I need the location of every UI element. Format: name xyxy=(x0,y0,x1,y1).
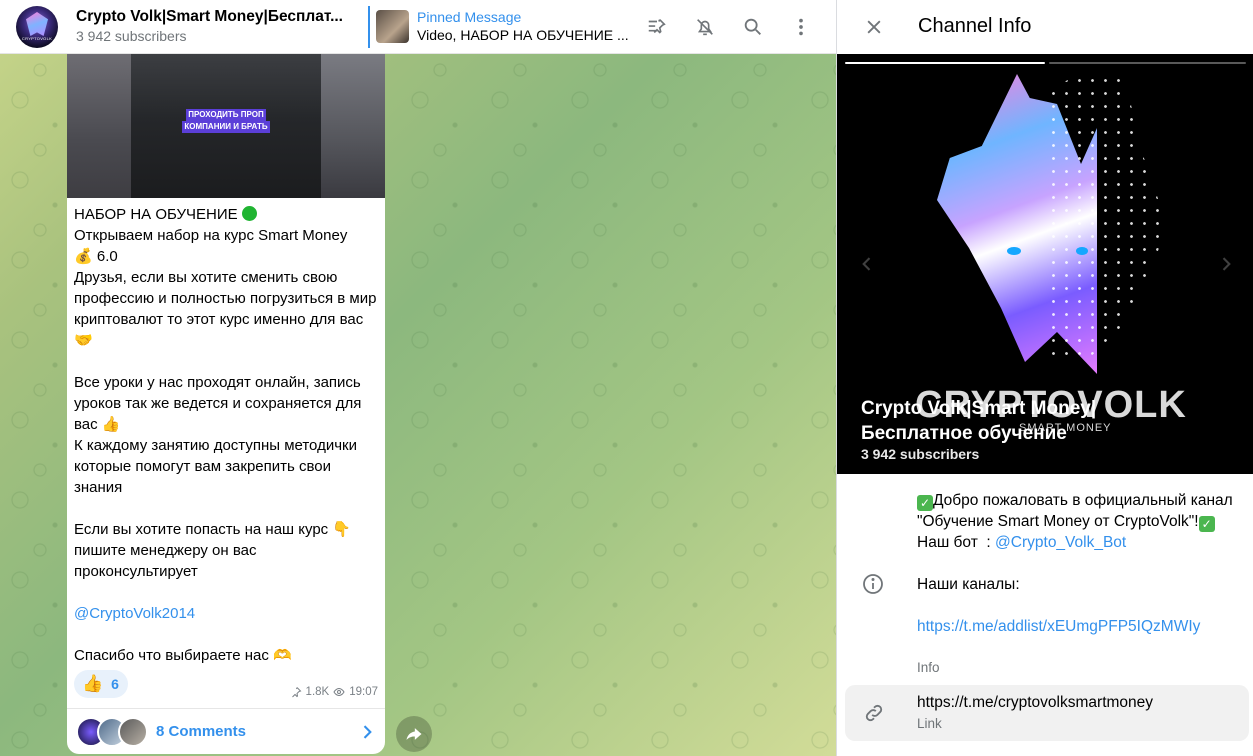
check-mark-emoji: ✓ xyxy=(917,495,933,511)
chevron-left-icon[interactable] xyxy=(857,254,877,274)
commenter-avatar xyxy=(118,716,148,747)
mute-button[interactable] xyxy=(689,11,721,43)
link-icon xyxy=(865,704,883,722)
green-circle-emoji xyxy=(241,206,257,221)
pinned-list-button[interactable] xyxy=(641,11,673,43)
video-blur-left xyxy=(67,54,131,198)
about-channels: Наши каналы: xyxy=(917,576,1020,593)
handshake-emoji: 🤝 xyxy=(74,331,93,349)
channel-name: Crypto Volk|Smart Money| Бесплатное обуч… xyxy=(861,396,1161,446)
post-body-6: Если вы хотите попасть на наш курс xyxy=(74,521,329,538)
post-body-7: пишите менеджеру он вас проконсультирует xyxy=(74,542,261,580)
comments-label: 8 Comments xyxy=(156,723,247,740)
comments-button[interactable]: 8 Comments xyxy=(67,708,385,754)
video-caption: ПРОХОДИТЬ ПРОП КОМПАНИИ И БРАТЬ xyxy=(179,109,273,133)
about-welcome: Добро пожаловать в официальный канал "Об… xyxy=(917,492,1237,530)
channel-post: ПРОХОДИТЬ ПРОП КОМПАНИИ И БРАТЬ НАБОР НА… xyxy=(67,54,385,754)
pinned-list-icon xyxy=(648,19,666,34)
check-mark-emoji: ✓ xyxy=(1198,516,1215,532)
video-caption-line1: ПРОХОДИТЬ ПРОП xyxy=(186,109,266,121)
channel-description[interactable]: ✓ Добро пожаловать в официальный канал "О… xyxy=(917,490,1237,637)
info-icon xyxy=(863,574,883,594)
pinned-message-bar[interactable]: Pinned Message Video, НАБОР НА ОБУЧЕНИЕ … xyxy=(368,6,629,48)
channel-avatar[interactable]: CRYPTOVOLK xyxy=(16,6,58,48)
post-body-1: Открываем набор на курс Smart Money xyxy=(74,227,348,244)
wolf-logo-icon xyxy=(26,12,48,36)
post-thanks: Спасибо что выбираете нас xyxy=(74,647,269,664)
search-icon xyxy=(744,18,761,35)
video-blur-right xyxy=(321,54,385,198)
photo-progress-inactive xyxy=(1049,62,1246,64)
mention-link[interactable]: @CryptoVolk2014 xyxy=(74,605,195,622)
post-heading: НАБОР НА ОБУЧЕНИЕ xyxy=(74,206,238,223)
addlist-link[interactable]: https://t.me/addlist/xEUmgPFP5IQzMWIy xyxy=(917,618,1200,635)
channel-link-value: https://t.me/cryptovolksmartmoney xyxy=(917,694,1154,711)
post-body-2: 6.0 xyxy=(96,248,118,265)
info-caption: Info xyxy=(917,660,940,675)
about-bot-prefix: Наш бот : xyxy=(917,534,996,551)
chevron-right-icon xyxy=(363,725,372,739)
chevron-right-icon[interactable] xyxy=(1216,254,1236,274)
post-body-3: Друзья, если вы хотите сменить свою проф… xyxy=(74,269,381,328)
pinned-message-text: Video, НАБОР НА ОБУЧЕНИЕ ... xyxy=(417,27,629,43)
views-count: 1.8K xyxy=(305,686,330,698)
eye-icon xyxy=(333,687,345,697)
heart-hands-emoji: 🫶 xyxy=(273,646,292,664)
search-button[interactable] xyxy=(737,11,769,43)
post-body-5: К каждому занятию доступны методички кот… xyxy=(74,437,362,496)
avatar-logo-text: CRYPTOVOLK xyxy=(21,36,53,41)
post-video[interactable]: ПРОХОДИТЬ ПРОП КОМПАНИИ И БРАТЬ xyxy=(67,54,385,198)
reaction-count: 6 xyxy=(111,676,119,692)
close-button[interactable] xyxy=(859,12,889,42)
thumbs-up-icon: 👍 xyxy=(82,674,104,694)
post-meta: 1.8K 19:07 xyxy=(290,686,378,698)
channel-link-row[interactable]: https://t.me/cryptovolksmartmoney Link xyxy=(845,685,1249,741)
photo-progress-active xyxy=(845,62,1045,64)
chat-area: CRYPTOVOLK Crypto Volk|Smart Money|Беспл… xyxy=(0,0,836,756)
chat-header: CRYPTOVOLK Crypto Volk|Smart Money|Беспл… xyxy=(0,0,836,54)
point-down-emoji: 👇 xyxy=(332,520,352,538)
channel-info-header: Channel Info xyxy=(837,0,1253,54)
wolf-eye-left xyxy=(1007,247,1021,255)
wolf-constellation-art xyxy=(1047,74,1167,364)
channel-name-line2: Бесплатное обучение xyxy=(861,423,1067,444)
channel-info-title: Channel Info xyxy=(918,15,1032,37)
bot-link[interactable]: @Crypto_Volk_Bot xyxy=(995,534,1126,551)
channel-cover-photo[interactable]: CRYPTOVOLK SMART MONEY Crypto Volk|Smart… xyxy=(837,54,1253,474)
forward-arrow-icon xyxy=(406,728,422,740)
channel-info-panel: Channel Info CRYPTOVOLK SMART MONEY Cryp… xyxy=(836,0,1253,756)
pinned-message-thumbnail xyxy=(376,10,409,43)
thumbs-up-emoji: 👍 xyxy=(101,415,121,433)
reaction-thumbs-up[interactable]: 👍 6 xyxy=(74,670,128,698)
money-bag-emoji: 💰 xyxy=(74,247,93,265)
mute-icon xyxy=(697,19,713,36)
channel-subscribers-count: 3 942 subscribers xyxy=(861,446,980,462)
channel-title[interactable]: Crypto Volk|Smart Money|Бесплат... xyxy=(76,8,343,26)
channel-subscribers: 3 942 subscribers xyxy=(76,28,187,44)
video-caption-line2: КОМПАНИИ И БРАТЬ xyxy=(182,121,270,133)
post-time: 19:07 xyxy=(349,686,378,698)
pin-icon xyxy=(291,687,301,698)
close-icon xyxy=(867,20,881,34)
channel-name-line1: Crypto Volk|Smart Money| xyxy=(861,398,1097,419)
commenter-avatars xyxy=(76,716,148,747)
more-button[interactable] xyxy=(785,11,817,43)
wolf-eye-right xyxy=(1076,247,1088,255)
channel-link-caption: Link xyxy=(917,716,942,731)
more-icon xyxy=(799,18,803,36)
forward-button[interactable] xyxy=(396,716,432,752)
post-text: НАБОР НА ОБУЧЕНИЕ Открываем набор на кур… xyxy=(67,198,385,666)
pinned-message-label: Pinned Message xyxy=(417,9,522,25)
